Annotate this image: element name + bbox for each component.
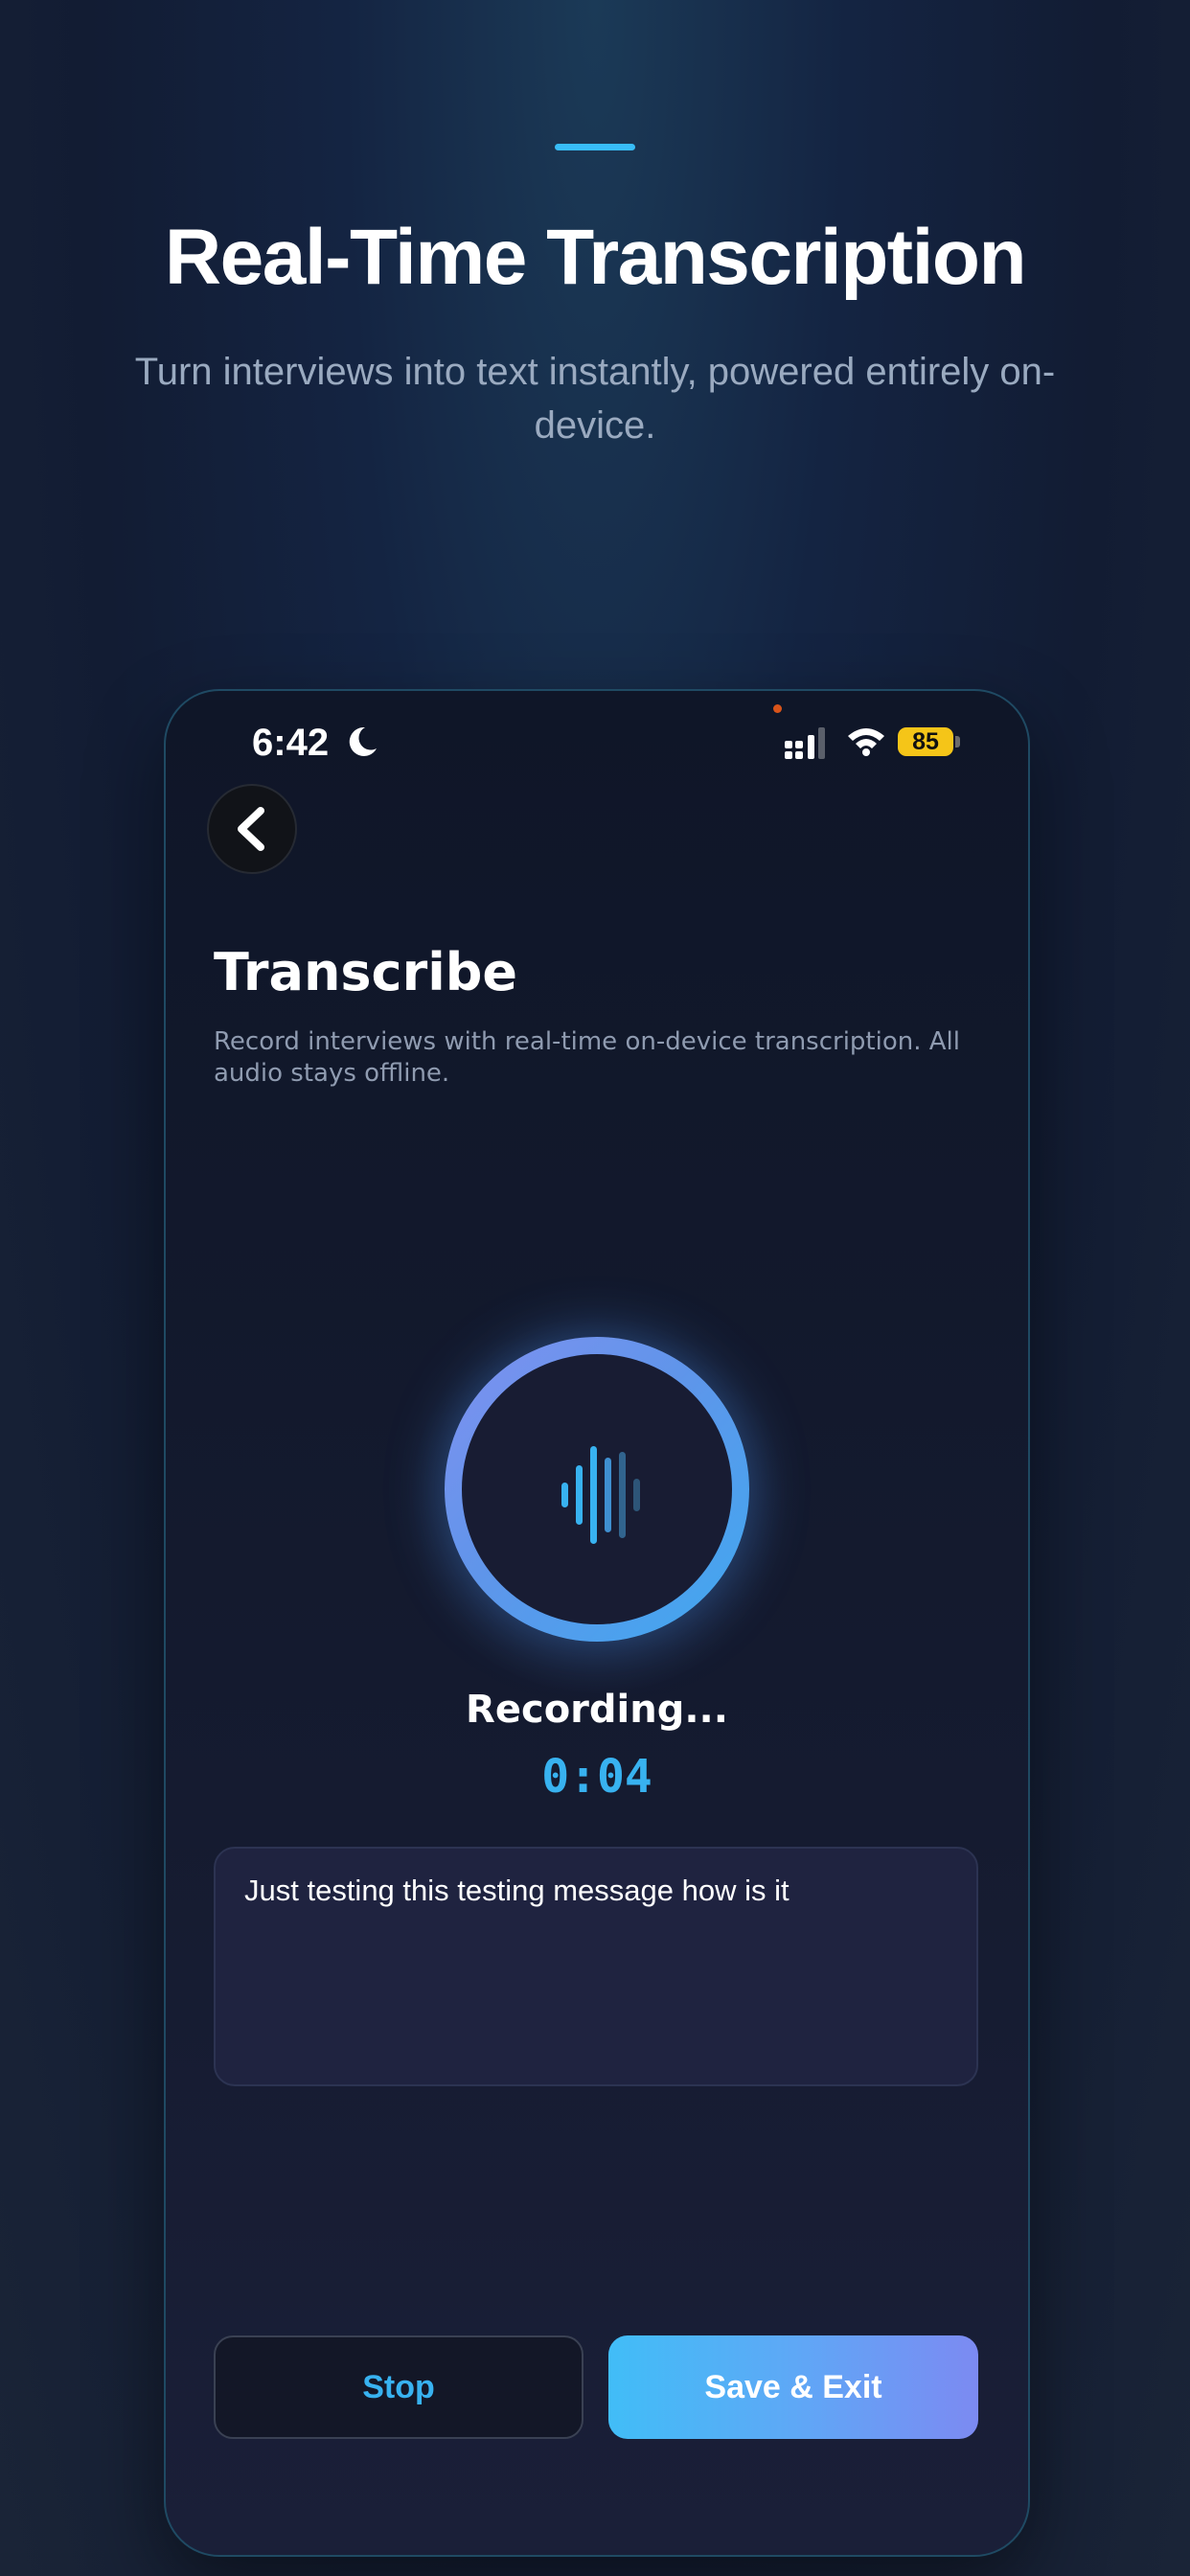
signal-icon (785, 727, 825, 759)
camera-indicator-dot (773, 704, 782, 713)
screen-title: Transcribe (214, 942, 517, 1002)
accent-bar (555, 144, 635, 150)
wifi-icon (848, 728, 884, 756)
recording-timer: 0:04 (541, 1750, 652, 1804)
save-exit-button[interactable]: Save & Exit (608, 2335, 978, 2439)
status-time: 6:42 (252, 722, 330, 764)
chevron-left-icon (238, 807, 264, 851)
recording-status-label: Recording... (466, 1688, 728, 1732)
battery-icon: 85 (898, 727, 953, 756)
stop-button[interactable]: Stop (214, 2335, 584, 2439)
screen-description: Record interviews with real-time on-devi… (214, 1027, 960, 1088)
moon-icon (349, 726, 377, 756)
phone-frame: 6:42 85 Transcribe Record interviews wit… (164, 689, 1030, 2557)
battery-cap (955, 736, 960, 748)
hero-title: Real-Time Transcription (164, 214, 1027, 301)
record-button-inner (462, 1354, 732, 1624)
hero-subtitle: Turn interviews into text instantly, pow… (134, 351, 1056, 447)
back-button[interactable] (207, 784, 297, 874)
transcript-text: Just testing this testing message how is… (244, 1874, 790, 1907)
record-button[interactable] (445, 1337, 749, 1642)
waveform-icon (561, 1446, 640, 1544)
transcript-box: Just testing this testing message how is… (214, 1847, 978, 2086)
